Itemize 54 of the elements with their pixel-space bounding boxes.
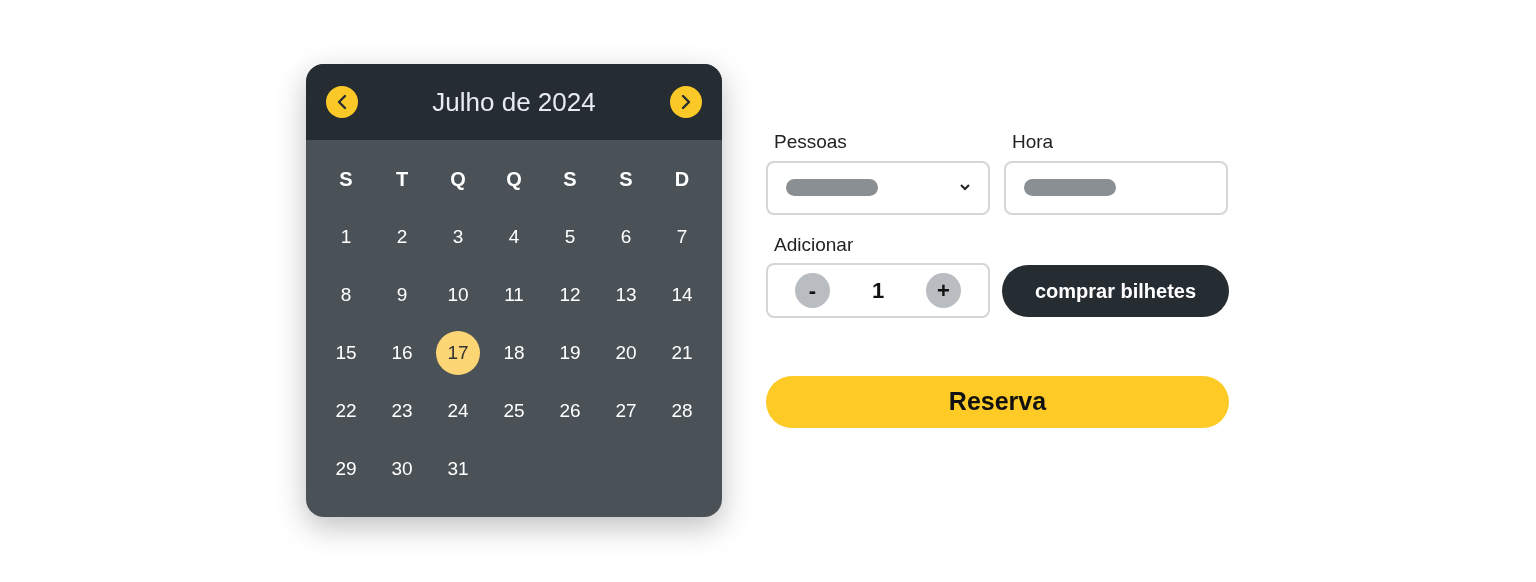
- calendar-day[interactable]: 9: [380, 273, 424, 317]
- weekday-label: Q: [506, 167, 522, 192]
- calendar-day[interactable]: 21: [660, 331, 704, 375]
- decrement-button[interactable]: -: [795, 273, 830, 308]
- weekday-label: T: [395, 167, 409, 192]
- weekday-label: S: [339, 167, 353, 192]
- calendar-day[interactable]: 8: [324, 273, 368, 317]
- calendar-day[interactable]: 25: [492, 389, 536, 433]
- calendar-day[interactable]: 10: [436, 273, 480, 317]
- calendar-day[interactable]: 17: [436, 331, 480, 375]
- calendar-day[interactable]: 31: [436, 447, 480, 491]
- calendar-day[interactable]: 12: [548, 273, 592, 317]
- calendar-day[interactable]: 29: [324, 447, 368, 491]
- calendar-day[interactable]: 11: [492, 273, 536, 317]
- weekday-label: S: [563, 167, 577, 192]
- calendar-day[interactable]: 4: [492, 215, 536, 259]
- quantity-value: 1: [871, 277, 885, 305]
- calendar-day[interactable]: 24: [436, 389, 480, 433]
- increment-button[interactable]: +: [926, 273, 961, 308]
- calendar-day[interactable]: 15: [324, 331, 368, 375]
- field-label: Hora: [1011, 130, 1055, 154]
- calendar-day[interactable]: 30: [380, 447, 424, 491]
- people-select[interactable]: [766, 160, 990, 215]
- field-label: Pessoas: [773, 130, 848, 154]
- chevron-left-icon: [336, 94, 348, 110]
- calendar-day[interactable]: 6: [604, 215, 648, 259]
- calendar-day[interactable]: 3: [436, 215, 480, 259]
- reserve-button[interactable]: Reserva: [766, 376, 1229, 428]
- weekday-label: Q: [450, 167, 466, 192]
- calendar-day[interactable]: 28: [660, 389, 704, 433]
- calendar-day[interactable]: 23: [380, 389, 424, 433]
- next-month-button[interactable]: [670, 86, 702, 118]
- buy-tickets-button[interactable]: comprar bilhetes: [1002, 264, 1229, 317]
- field-label: Adicionar: [773, 232, 855, 257]
- weekday-label: D: [674, 167, 690, 192]
- calendar-day[interactable]: 19: [548, 331, 592, 375]
- chevron-right-icon: [680, 94, 692, 110]
- calendar-day[interactable]: 16: [380, 331, 424, 375]
- calendar-day[interactable]: 20: [604, 331, 648, 375]
- calendar-day[interactable]: 7: [660, 215, 704, 259]
- chevron-down-icon: [960, 184, 970, 191]
- calendar-day[interactable]: 5: [548, 215, 592, 259]
- calendar-day[interactable]: 1: [324, 215, 368, 259]
- previous-month-button[interactable]: [326, 86, 358, 118]
- calendar-day[interactable]: 26: [548, 389, 592, 433]
- calendar-day[interactable]: 14: [660, 273, 704, 317]
- calendar-day[interactable]: 22: [324, 389, 368, 433]
- calendar-day[interactable]: 13: [604, 273, 648, 317]
- time-field[interactable]: [1004, 160, 1228, 215]
- calendar-day[interactable]: 27: [604, 389, 648, 433]
- weekday-label: S: [619, 167, 633, 192]
- calendar-day[interactable]: 18: [492, 331, 536, 375]
- month-title: Julho de 2024: [432, 85, 596, 119]
- calendar-day[interactable]: 2: [380, 215, 424, 259]
